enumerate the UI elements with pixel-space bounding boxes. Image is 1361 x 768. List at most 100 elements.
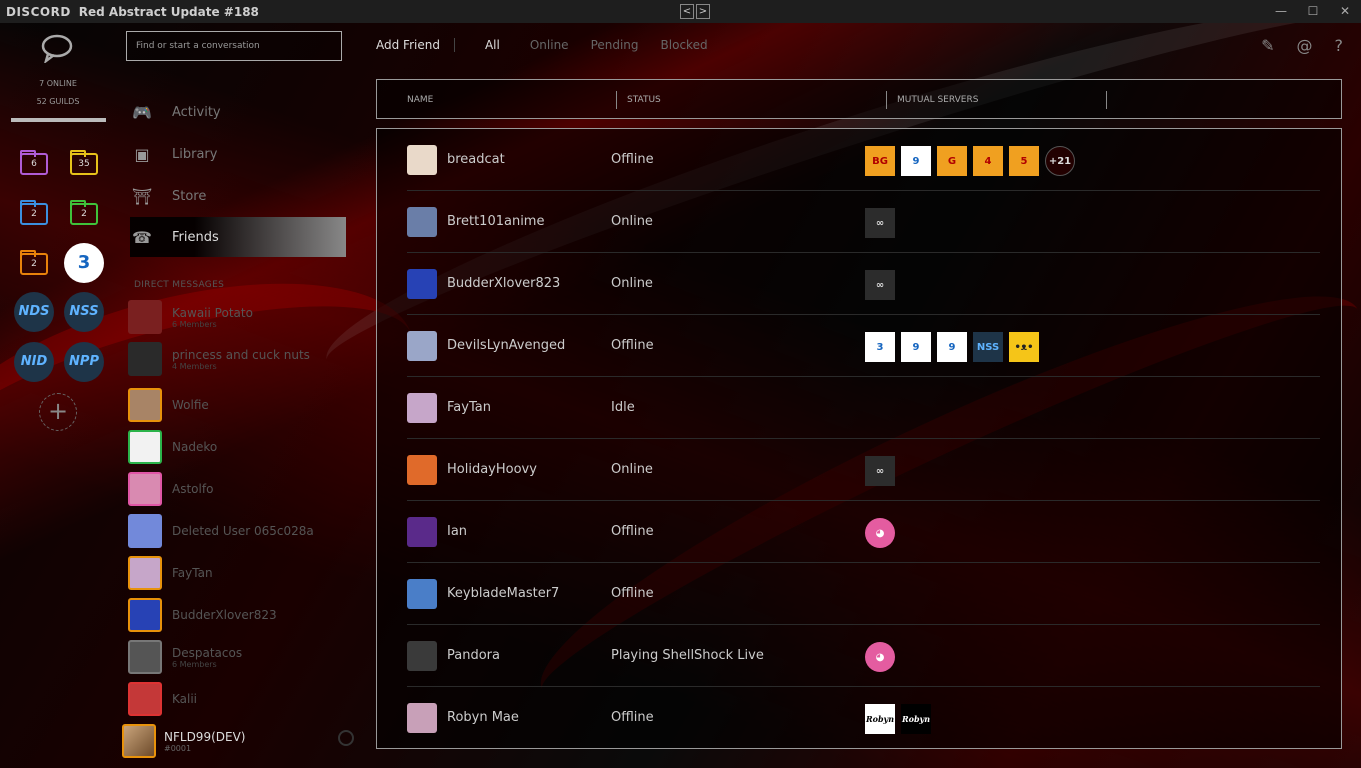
friend-row[interactable]: KeybladeMaster7 Offline bbox=[407, 563, 1320, 625]
back-button[interactable]: < bbox=[680, 4, 694, 19]
dm-name: Astolfo bbox=[172, 482, 214, 496]
server-nss[interactable]: NSS bbox=[64, 292, 104, 332]
add-server-button[interactable]: + bbox=[39, 393, 77, 431]
mentions-icon[interactable]: @ bbox=[1297, 36, 1313, 55]
server-icon[interactable]: BG bbox=[865, 146, 895, 176]
friend-row[interactable]: BudderXlover823 Online ∞ bbox=[407, 253, 1320, 315]
friends-table: breadcat Offline BG 9 G 4 5 +21 Brett101anime Onl… bbox=[376, 128, 1342, 749]
server-icon[interactable]: 9 bbox=[901, 332, 931, 362]
server-icon[interactable]: NSS bbox=[973, 332, 1003, 362]
server-nds[interactable]: NDS bbox=[14, 292, 54, 332]
server-folder[interactable]: 2 bbox=[20, 200, 48, 225]
server-folder[interactable]: 6 bbox=[20, 150, 48, 175]
minimize-button[interactable]: — bbox=[1265, 0, 1297, 23]
friend-row[interactable]: Brett101anime Online ∞ bbox=[407, 191, 1320, 253]
dm-item[interactable]: Nadeko bbox=[128, 430, 348, 464]
tab-blocked[interactable]: Blocked bbox=[661, 38, 708, 52]
server-icon[interactable]: Robyn bbox=[901, 704, 931, 734]
server-icon[interactable]: ◕ bbox=[865, 642, 895, 672]
tab-pending[interactable]: Pending bbox=[591, 38, 639, 52]
tab-online[interactable]: Online bbox=[530, 38, 569, 52]
column-divider bbox=[616, 91, 617, 109]
dm-name: princess and cuck nuts bbox=[172, 347, 310, 362]
dm-member-count: 6 Members bbox=[172, 319, 217, 329]
column-mutual-servers[interactable]: MUTUAL SERVERS bbox=[897, 95, 978, 105]
avatar bbox=[407, 517, 437, 547]
column-status[interactable]: STATUS bbox=[627, 95, 661, 105]
library-icon: ▣ bbox=[134, 144, 150, 164]
dm-item[interactable]: Despatacos 6 Members bbox=[128, 640, 348, 674]
friend-row[interactable]: Pandora Playing ShellShock Live ◕ bbox=[407, 625, 1320, 687]
maximize-button[interactable]: ☐ bbox=[1297, 0, 1329, 23]
server-icon[interactable]: 3 bbox=[64, 243, 104, 283]
add-friend-button[interactable]: Add Friend bbox=[376, 38, 455, 52]
nav-store[interactable]: ⛩ Store bbox=[130, 176, 346, 216]
dm-name: Despatacos bbox=[172, 645, 243, 660]
friend-row[interactable]: breadcat Offline BG 9 G 4 5 +21 bbox=[407, 129, 1320, 191]
server-icon[interactable]: ∞ bbox=[865, 270, 895, 300]
nav-friends[interactable]: ☎ Friends bbox=[130, 217, 346, 257]
nav-library[interactable]: ▣ Library bbox=[130, 134, 346, 174]
friends-tab-bar: Add Friend All Online Pending Blocked bbox=[376, 38, 730, 52]
forward-button[interactable]: > bbox=[696, 4, 710, 19]
server-npp[interactable]: NPP bbox=[64, 342, 104, 382]
more-servers-badge[interactable]: +21 bbox=[1045, 146, 1075, 176]
online-count: 7 ONLINE bbox=[39, 79, 77, 88]
server-icon[interactable]: G bbox=[937, 146, 967, 176]
dm-item[interactable]: Kawaii Potato 6 Members bbox=[128, 300, 348, 334]
friend-status: Online bbox=[611, 462, 653, 477]
server-icon[interactable]: Robyn bbox=[865, 704, 895, 734]
server-folder[interactable]: 2 bbox=[70, 200, 98, 225]
avatar bbox=[407, 393, 437, 423]
avatar bbox=[128, 682, 162, 716]
friend-row[interactable]: HolidayHoovy Online ∞ bbox=[407, 439, 1320, 501]
nav-activity[interactable]: 🎮 Activity bbox=[130, 92, 346, 132]
avatar bbox=[407, 703, 437, 733]
friend-row[interactable]: Ian Offline ◕ bbox=[407, 501, 1320, 563]
guild-count: 52 GUILDS bbox=[36, 97, 80, 106]
server-icon[interactable]: •ᴥ• bbox=[1009, 332, 1039, 362]
close-button[interactable]: ✕ bbox=[1329, 0, 1361, 23]
user-panel[interactable]: NFLD99(DEV) #0001 bbox=[122, 724, 245, 758]
friend-row[interactable]: FayTan Idle bbox=[407, 377, 1320, 439]
friend-status: Offline bbox=[611, 338, 654, 353]
dm-item[interactable]: Kalii bbox=[128, 682, 348, 716]
avatar bbox=[128, 342, 162, 376]
settings-gear-icon[interactable] bbox=[338, 730, 354, 746]
dm-item[interactable]: FayTan bbox=[128, 556, 348, 590]
dm-item[interactable]: princess and cuck nuts 4 Members bbox=[128, 342, 348, 376]
dm-name: BudderXlover823 bbox=[172, 608, 277, 622]
dm-name: Deleted User 065c028a bbox=[172, 524, 314, 538]
dm-name: Wolfie bbox=[172, 398, 209, 412]
server-nid[interactable]: NID bbox=[14, 342, 54, 382]
avatar bbox=[407, 207, 437, 237]
home-chat-icon[interactable] bbox=[40, 33, 74, 63]
dm-item[interactable]: BudderXlover823 bbox=[128, 598, 348, 632]
column-name[interactable]: NAME bbox=[407, 95, 433, 105]
friend-row[interactable]: DevilsLynAvenged Offline 3 9 9 NSS •ᴥ• bbox=[407, 315, 1320, 377]
help-icon[interactable]: ? bbox=[1335, 36, 1344, 55]
avatar[interactable] bbox=[122, 724, 156, 758]
search-input[interactable]: Find or start a conversation bbox=[126, 31, 342, 61]
server-folder[interactable]: 2 bbox=[20, 250, 48, 275]
server-icon[interactable]: 3 bbox=[865, 332, 895, 362]
friend-status: Offline bbox=[611, 586, 654, 601]
mutual-servers: ∞ bbox=[865, 208, 895, 238]
server-icon[interactable]: ∞ bbox=[865, 208, 895, 238]
dm-item[interactable]: Astolfo bbox=[128, 472, 348, 506]
server-icon[interactable]: 5 bbox=[1009, 146, 1039, 176]
mutual-servers: ∞ bbox=[865, 456, 895, 486]
new-group-dm-icon[interactable]: ✎ bbox=[1261, 36, 1274, 55]
friend-row[interactable]: Robyn Mae Offline Robyn Robyn bbox=[407, 687, 1320, 749]
server-icon[interactable]: ◕ bbox=[865, 518, 895, 548]
dm-item[interactable]: Wolfie bbox=[128, 388, 348, 422]
server-icon[interactable]: ∞ bbox=[865, 456, 895, 486]
server-icon[interactable]: 4 bbox=[973, 146, 1003, 176]
dm-item[interactable]: Deleted User 065c028a bbox=[128, 514, 348, 548]
tab-all[interactable]: All bbox=[485, 38, 500, 52]
server-folder[interactable]: 35 bbox=[70, 150, 98, 175]
server-icon[interactable]: 9 bbox=[901, 146, 931, 176]
friend-name: Robyn Mae bbox=[447, 710, 519, 725]
server-icon[interactable]: 9 bbox=[937, 332, 967, 362]
friend-name: DevilsLynAvenged bbox=[447, 338, 566, 353]
